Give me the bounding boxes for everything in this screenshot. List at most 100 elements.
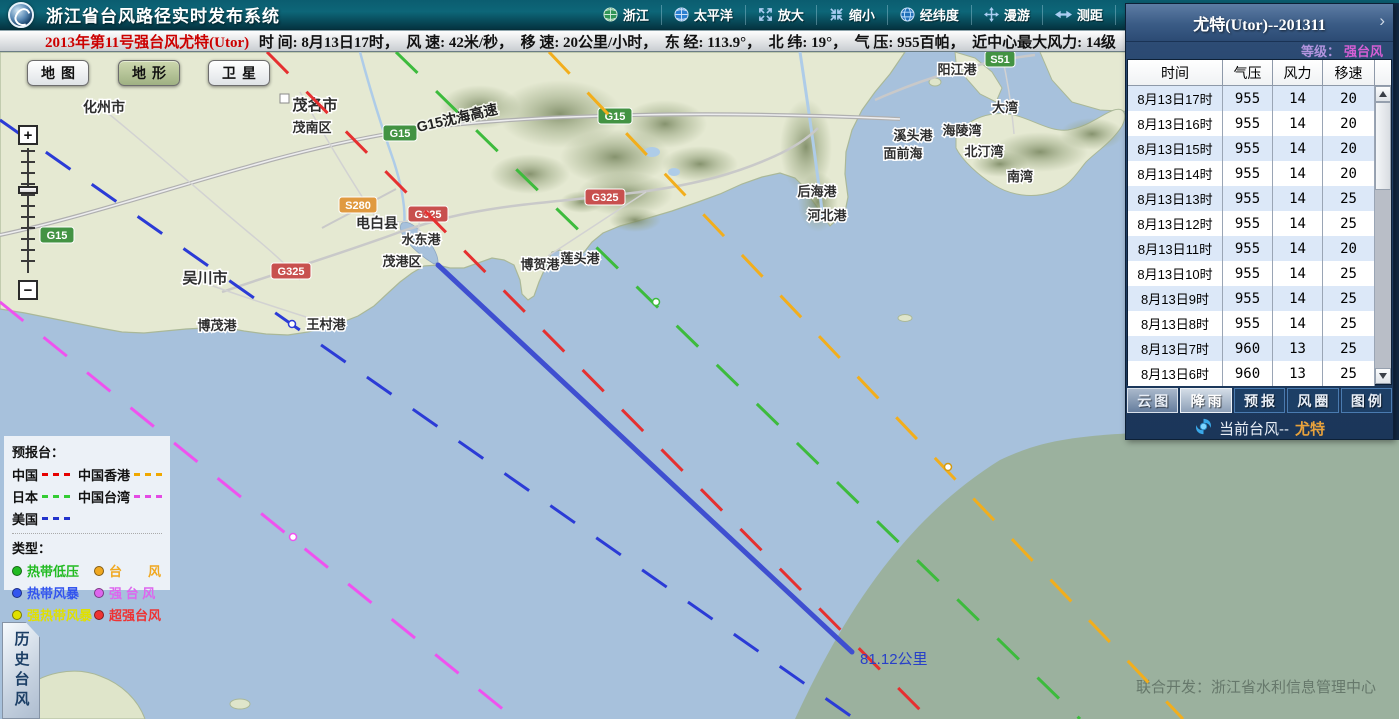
watermark: 联合开发：浙江省水利信息管理中心 (1136, 679, 1376, 696)
legend-type-title: 类型： (12, 538, 162, 557)
table-row[interactable]: 8月13日9时9551425 (1128, 286, 1375, 311)
latlon-globe-icon (900, 7, 915, 22)
table-body: 8月13日17时9551420 8月13日16时9551420 8月13日15时… (1128, 86, 1391, 384)
dash-sample (42, 495, 70, 498)
scroll-up-icon (1379, 91, 1387, 97)
current-typhoon-label: 当前台风-- (1219, 418, 1289, 439)
tab-windcircle[interactable]: 风圈 (1287, 388, 1338, 413)
legend-agency: 美国 (12, 509, 76, 528)
toolbar-latlon[interactable]: 经纬度 (887, 5, 971, 25)
col-header-wind: 风力 (1273, 60, 1323, 85)
type-dot-icon (94, 610, 104, 620)
toolbar-measure[interactable]: 测距 (1042, 5, 1115, 25)
table-row[interactable]: 8月13日15时9551420 (1128, 136, 1375, 161)
svg-text:电白县: 电白县 (356, 215, 398, 231)
zoom-out-icon (829, 7, 844, 22)
islet (230, 699, 250, 709)
tab-maplegend[interactable]: 图例 (1341, 388, 1392, 413)
table-row[interactable]: 8月13日7时9601325 (1128, 336, 1375, 361)
zoom-out-button[interactable]: − (18, 280, 38, 300)
table-row[interactable]: 8月13日10时9551425 (1128, 261, 1375, 286)
table-row[interactable]: 8月13日17时9551420 (1128, 86, 1375, 111)
panel-title: 尤特(Utor)--201311 (1193, 11, 1325, 35)
type-dot-icon (12, 610, 22, 620)
type-dot-icon (94, 588, 104, 598)
svg-text:海陵湾: 海陵湾 (942, 123, 981, 138)
layer-button-terrain[interactable]: 地形 (118, 60, 180, 86)
legend-agency: 中国台湾 (78, 487, 162, 506)
dash-sample (42, 517, 70, 520)
grade-label: 等级： (1301, 41, 1340, 60)
legend-divider (12, 533, 162, 534)
app-logo-icon (8, 2, 34, 28)
type-dot-icon (94, 566, 104, 576)
history-typhoon-tab[interactable]: 历史台风 (2, 622, 40, 719)
table-row[interactable]: 8月13日13时9551425 (1128, 186, 1375, 211)
legend-type: 强 台 风 (94, 583, 162, 602)
table-row[interactable]: 8月13日12时9551425 (1128, 211, 1375, 236)
svg-text:大湾: 大湾 (992, 100, 1018, 115)
svg-text:S280: S280 (345, 200, 371, 212)
svg-text:莲头港: 莲头港 (560, 251, 600, 266)
legend-type: 强热带风暴 (12, 605, 92, 624)
svg-text:G325: G325 (592, 192, 619, 204)
current-typhoon-row[interactable]: 当前台风-- 尤特 (1126, 416, 1393, 440)
toolbar-pan[interactable]: 漫游 (971, 5, 1042, 25)
type-dot-icon (12, 566, 22, 576)
scroll-down-icon (1379, 373, 1387, 379)
svg-text:北汀湾: 北汀湾 (964, 144, 1003, 159)
panel-edge-strip (1394, 3, 1399, 440)
dash-sample (134, 473, 162, 476)
toolbar-zoom-in[interactable]: 放大 (745, 5, 816, 25)
scroll-up-button[interactable] (1375, 86, 1391, 102)
svg-text:化州市: 化州市 (83, 99, 125, 115)
tab-rain[interactable]: 降雨 (1180, 388, 1231, 413)
typhoon-spiral-icon (1194, 417, 1213, 440)
app-title: 浙江省台风路径实时发布系统 (46, 2, 280, 27)
col-header-time: 时间 (1128, 60, 1223, 85)
panel-titlebar: 尤特(Utor)--201311 › (1126, 4, 1393, 42)
svg-text:G15: G15 (390, 128, 411, 140)
scrollbar-thumb[interactable] (1375, 102, 1391, 190)
legend-agency: 中国 (12, 465, 76, 484)
zoom-in-button[interactable]: + (18, 125, 38, 145)
legend-type: 热带风暴 (12, 583, 92, 602)
type-dot-icon (12, 588, 22, 598)
tab-forecast[interactable]: 预报 (1234, 388, 1285, 413)
svg-text:S51: S51 (990, 54, 1010, 66)
dash-sample (42, 473, 70, 476)
tab-cloud[interactable]: 云图 (1127, 388, 1178, 413)
table-row[interactable]: 8月13日11时9551420 (1128, 236, 1375, 261)
toolbar-pacific[interactable]: 太平洋 (661, 5, 745, 25)
layer-button-satellite[interactable]: 卫星 (208, 60, 270, 86)
zoom-slider-handle[interactable] (18, 186, 38, 194)
legend-box: 预报台： 中国 中国香港 日本 中国台湾 美国 类型： 热带低压 台 风 热带风… (4, 436, 170, 590)
svg-text:面前海: 面前海 (883, 146, 922, 161)
table-scrollbar[interactable] (1375, 86, 1391, 384)
collapse-panel-icon[interactable]: › (1379, 11, 1385, 31)
svg-text:茂港区: 茂港区 (382, 254, 421, 269)
lake (668, 168, 680, 176)
toolbar-zoom-out[interactable]: 缩小 (816, 5, 887, 25)
svg-text:阳江港: 阳江港 (937, 62, 977, 77)
toolbar-zhejiang[interactable]: 浙江 (591, 5, 661, 25)
table-row[interactable]: 8月13日6时9601325 (1128, 361, 1375, 386)
layer-button-map[interactable]: 地图 (27, 60, 89, 86)
zoom-slider-track[interactable] (20, 148, 36, 273)
grade-value: 强台风 (1344, 41, 1383, 60)
scroll-down-button[interactable] (1375, 368, 1391, 384)
table-row[interactable]: 8月13日14时9551420 (1128, 161, 1375, 186)
table-row[interactable]: 8月13日16时9551420 (1128, 111, 1375, 136)
legend-forecast-title: 预报台： (12, 442, 162, 461)
svg-text:后海港: 后海港 (797, 184, 837, 199)
svg-text:河北港: 河北港 (807, 208, 847, 223)
ticker-details: 时 间: 8月13日17时， 风 速: 42米/秒， 移 速: 20公里/小时，… (255, 31, 1116, 52)
grade-row: 等级： 强台风 (1126, 42, 1393, 59)
table-row[interactable]: 8月13日8时9551425 (1128, 311, 1375, 336)
table-header: 时间 气压 风力 移速 (1128, 60, 1391, 86)
globe-zhejiang-icon (603, 7, 618, 22)
svg-text:王村港: 王村港 (306, 317, 346, 332)
pan-icon (984, 7, 999, 22)
legend-agency: 中国香港 (78, 465, 162, 484)
legend-type: 超强台风 (94, 605, 162, 624)
